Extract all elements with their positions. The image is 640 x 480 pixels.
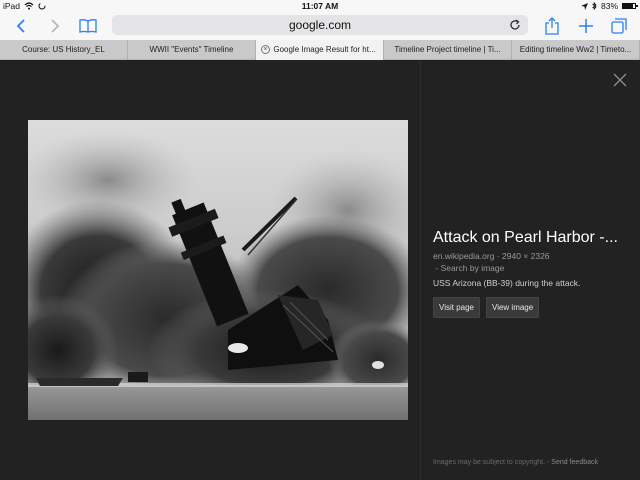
tabs-icon (611, 18, 627, 34)
image-title[interactable]: Attack on Pearl Harbor -... (433, 229, 633, 247)
tab-google-image-result[interactable]: × Google Image Result for ht... (256, 40, 384, 60)
image-viewer: Attack on Pearl Harbor -... en.wikipedia… (0, 61, 640, 480)
new-tab-button[interactable] (575, 15, 597, 37)
url-text: google.com (288, 18, 352, 32)
bookmarks-button[interactable] (77, 15, 99, 37)
meta-separator: - (433, 263, 441, 273)
tab-label: WWII "Events" Timeline (149, 45, 234, 54)
result-image[interactable] (28, 120, 408, 420)
tab-wwii-events-timeline[interactable]: WWII "Events" Timeline (128, 40, 256, 60)
image-info-panel: Attack on Pearl Harbor -... en.wikipedia… (433, 229, 633, 318)
tab-editing-timeline[interactable]: Editing timeline Ww2 | Timeto... (512, 40, 640, 60)
view-image-button[interactable]: View image (486, 297, 540, 318)
close-icon[interactable] (612, 72, 628, 88)
share-button[interactable] (541, 15, 563, 37)
footer: Images may be subject to copyright. - Se… (433, 459, 598, 466)
bluetooth-icon (592, 2, 597, 10)
tab-close-icon[interactable]: × (261, 45, 270, 54)
tab-label: Google Image Result for ht... (273, 45, 376, 54)
tab-label: Course: US History_EL (22, 45, 105, 54)
battery-icon (622, 3, 638, 9)
send-feedback-link[interactable]: Send feedback (551, 459, 598, 466)
image-dimensions: 2940 × 2326 (502, 251, 550, 261)
status-bar: iPad 11:07 AM 83% (0, 0, 640, 12)
tab-course-us-history[interactable]: Course: US History_EL (0, 40, 128, 60)
image-meta: en.wikipedia.org - 2940 × 2326 (433, 251, 633, 261)
status-time: 11:07 AM (301, 1, 339, 11)
back-button[interactable] (10, 15, 32, 37)
address-bar[interactable]: google.com (112, 15, 528, 35)
pearl-harbor-photo (28, 120, 408, 420)
search-by-image-link[interactable]: Search by image (441, 263, 505, 273)
share-icon (545, 17, 559, 35)
status-right: 83% (580, 1, 638, 11)
visit-page-button[interactable]: Visit page (433, 297, 480, 318)
source-link[interactable]: en.wikipedia.org (433, 251, 494, 261)
chevron-left-icon (16, 19, 25, 33)
action-buttons: Visit page View image (433, 297, 633, 318)
tab-label: Timeline Project timeline | Ti... (394, 45, 501, 54)
battery-percent: 83% (600, 1, 618, 11)
forward-button[interactable] (44, 15, 66, 37)
copyright-notice: Images may be subject to copyright. (433, 459, 546, 466)
search-by-image-row: - Search by image (433, 263, 633, 273)
chevron-right-icon (51, 19, 60, 33)
navigation-bar: google.com (0, 12, 640, 40)
plus-icon (579, 19, 593, 33)
panel-divider (420, 61, 421, 480)
tab-bar: Course: US History_EL WWII "Events" Time… (0, 40, 640, 60)
tab-timeline-project[interactable]: Timeline Project timeline | Ti... (384, 40, 512, 60)
book-icon (79, 19, 97, 33)
image-description: USS Arizona (BB-39) during the attack. (433, 278, 581, 288)
tab-label: Editing timeline Ww2 | Timeto... (519, 45, 632, 54)
reload-icon[interactable] (508, 18, 522, 32)
location-arrow-icon (580, 2, 588, 10)
tabs-overview-button[interactable] (608, 15, 630, 37)
